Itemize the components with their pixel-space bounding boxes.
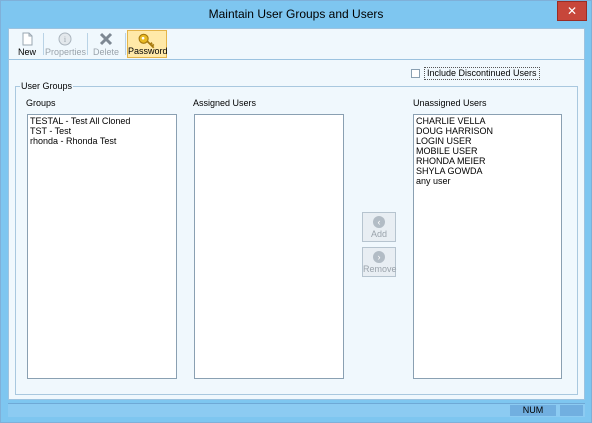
delete-x-icon: [99, 32, 113, 46]
add-button[interactable]: ‹ Add: [362, 212, 396, 242]
include-discontinued-label[interactable]: Include Discontinued Users: [424, 67, 540, 80]
delete-label: Delete: [92, 47, 119, 57]
properties-icon: i: [58, 32, 72, 46]
toolbar-separator: [87, 33, 88, 55]
list-item[interactable]: LOGIN USER: [416, 136, 559, 146]
close-icon: ✕: [566, 4, 578, 18]
password-button[interactable]: Password: [127, 30, 168, 58]
arrow-left-icon: ‹: [373, 216, 385, 228]
user-groups-groupbox: User Groups Groups TESTAL - Test All Clo…: [15, 81, 578, 395]
list-item[interactable]: TESTAL - Test All Cloned: [30, 116, 174, 126]
properties-label: Properties: [45, 47, 87, 57]
include-discontinued-checkbox[interactable]: [411, 69, 420, 78]
list-item[interactable]: rhonda - Rhonda Test: [30, 136, 174, 146]
num-lock-indicator: NUM: [510, 405, 556, 416]
status-message-area: [8, 404, 503, 417]
list-item[interactable]: TST - Test: [30, 126, 174, 136]
new-label: New: [17, 47, 36, 57]
list-item[interactable]: SHYLA GOWDA: [416, 166, 559, 176]
status-grip: [560, 405, 583, 416]
title-bar[interactable]: Maintain User Groups and Users ✕: [1, 1, 591, 28]
toolbar: New i Properties Delete Password: [9, 29, 584, 60]
list-item[interactable]: MOBILE USER: [416, 146, 559, 156]
close-button[interactable]: ✕: [557, 1, 587, 21]
remove-label: Remove: [363, 264, 397, 274]
list-item[interactable]: any user: [416, 176, 559, 186]
unassigned-users-label: Unassigned Users: [413, 98, 487, 108]
unassigned-users-listbox[interactable]: CHARLIE VELLA DOUG HARRISON LOGIN USER M…: [413, 114, 562, 379]
toolbar-separator: [43, 33, 44, 55]
document-icon: [22, 32, 33, 46]
window-title: Maintain User Groups and Users: [208, 7, 384, 21]
remove-button[interactable]: › Remove: [362, 247, 397, 277]
delete-button[interactable]: Delete: [89, 30, 123, 58]
password-label: Password: [128, 46, 168, 56]
client-area: New i Properties Delete Password Include…: [8, 28, 585, 400]
main-window: Maintain User Groups and Users ✕ New i P…: [0, 0, 592, 423]
list-item[interactable]: RHONDA MEIER: [416, 156, 559, 166]
list-item[interactable]: DOUG HARRISON: [416, 126, 559, 136]
groupbox-title: User Groups: [20, 81, 74, 91]
assigned-users-label: Assigned Users: [193, 98, 257, 108]
groups-listbox[interactable]: TESTAL - Test All Cloned TST - Test rhon…: [27, 114, 177, 379]
toolbar-separator: [125, 33, 126, 55]
arrow-right-icon: ›: [373, 251, 385, 263]
new-button[interactable]: New: [13, 30, 41, 58]
properties-button[interactable]: i Properties: [45, 30, 87, 58]
assigned-users-listbox[interactable]: [194, 114, 344, 379]
list-item[interactable]: CHARLIE VELLA: [416, 116, 559, 126]
add-label: Add: [370, 229, 387, 239]
groups-label: Groups: [26, 98, 56, 108]
status-bar: NUM: [8, 403, 585, 417]
